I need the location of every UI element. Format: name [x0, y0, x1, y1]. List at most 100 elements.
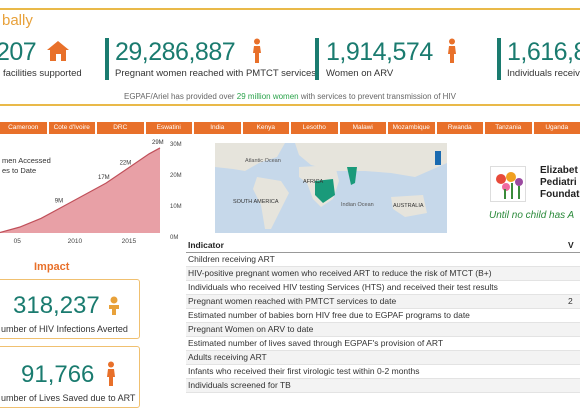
map-label-south-america: SOUTH AMERICA: [233, 199, 279, 205]
table-row[interactable]: Estimated number of lives saved through …: [186, 336, 580, 351]
kpi-facilities-label: facilities supported: [3, 68, 82, 79]
summary-banner: EGPAF/Ariel has provided over 29 million…: [0, 92, 580, 101]
country-tab[interactable]: Cameroon: [0, 122, 47, 134]
table-row[interactable]: Pregnant Women on ARV to date: [186, 322, 580, 337]
country-tab[interactable]: Kenya: [242, 122, 289, 134]
trend-title-line1: men Accessed: [2, 156, 51, 165]
value-column-header[interactable]: V: [566, 238, 580, 253]
table-row[interactable]: HIV-positive pregnant women who received…: [186, 266, 580, 281]
value-cell: [566, 350, 580, 365]
value-cell: [566, 266, 580, 281]
woman-icon: [448, 38, 456, 63]
value-cell: [566, 322, 580, 337]
trend-point-label: 9M: [55, 199, 63, 205]
indicator-cell: Pregnant women reached with PMTCT servic…: [186, 294, 566, 309]
hospital-icon: [47, 41, 69, 61]
table-row[interactable]: Adults receiving ART: [186, 350, 580, 365]
value-cell: [566, 378, 580, 393]
lives-saved-label: umber of Lives Saved due to ART: [1, 393, 136, 403]
country-tabs: Cameroon Cote d'Ivoire DRC Eswatini India Ken…: [0, 122, 580, 134]
table-row[interactable]: Children receiving ART: [186, 252, 580, 267]
kpi-pmtct-label: Pregnant women reached with PMTCT servic…: [115, 68, 316, 79]
top-rule: [0, 8, 580, 10]
trend-title-line2: es to Date: [2, 166, 37, 175]
value-cell: 2: [566, 294, 580, 309]
indicator-cell: Estimated number of lives saved through …: [186, 336, 566, 351]
country-tab[interactable]: Rwanda: [436, 122, 483, 134]
indicator-table: Indicator V Children receiving ART HIV-po…: [186, 238, 580, 393]
table-row[interactable]: Individuals screened for TB: [186, 378, 580, 393]
country-tab[interactable]: Mozambique: [388, 122, 435, 134]
indicator-cell: HIV-positive pregnant women who received…: [186, 266, 566, 281]
map-label-australia: AUSTRALIA: [393, 203, 424, 209]
impact-card-infections: 318,237 umber of HIV Infections Averted: [0, 279, 140, 339]
table-row[interactable]: Infants who received their first virolog…: [186, 364, 580, 379]
indicator-cell: Estimated number of babies born HIV free…: [186, 308, 566, 323]
indicator-cell: Infants who received their first virolog…: [186, 364, 566, 379]
trend-area-chart: 9M 17M 22M 29M 05 2010 2015: [0, 140, 164, 245]
table-row[interactable]: Pregnant women reached with PMTCT servic…: [186, 294, 580, 309]
country-tab[interactable]: Tanzania: [485, 122, 532, 134]
flowers-logo-icon: [496, 172, 523, 199]
country-tab[interactable]: Malawi: [339, 122, 386, 134]
lives-saved-value: 91,766: [21, 361, 95, 388]
foundation-name-line2: Pediatri: [540, 177, 577, 188]
foundation-name-line1: Elizabet: [540, 165, 578, 176]
kpi-arv-value: 1,914,574: [326, 38, 433, 66]
pregnant-woman-icon: [253, 38, 261, 63]
kpi-facilities-value: 207: [0, 38, 37, 66]
impact-card-lives: 91,766 umber of Lives Saved due to ART: [0, 346, 140, 408]
country-tab[interactable]: Cote d'Ivoire: [48, 122, 95, 134]
map-y-tick: 10M: [170, 204, 182, 210]
banner-highlight: 29 million women: [236, 92, 299, 101]
indicator-cell: Individuals who received HIV testing Ser…: [186, 280, 566, 295]
table-header-row: Indicator V: [186, 238, 580, 253]
kpi-divider: [105, 38, 109, 80]
trend-point-label: 29M: [152, 140, 164, 146]
map-y-tick: 0M: [170, 235, 179, 241]
map-label-africa: AFRICA: [303, 179, 324, 185]
indicator-column-header[interactable]: Indicator: [186, 238, 566, 253]
country-tab[interactable]: DRC: [97, 122, 144, 134]
foundation-name-line3: Foundat: [540, 189, 580, 200]
value-cell: [566, 280, 580, 295]
country-tab[interactable]: Eswatini: [145, 122, 192, 134]
value-cell: [566, 364, 580, 379]
indicator-cell: Adults receiving ART: [186, 350, 566, 365]
child-icon: [109, 296, 119, 315]
table-row[interactable]: Estimated number of babies born HIV free…: [186, 308, 580, 323]
banner-suffix: with services to prevent transmission of…: [300, 92, 457, 101]
map-y-axis: 30M 20M 10M 0M: [170, 142, 186, 242]
indicator-cell: Children receiving ART: [186, 252, 566, 267]
map-y-tick: 30M: [170, 142, 182, 148]
value-cell: [566, 308, 580, 323]
table-row[interactable]: Individuals who received HIV testing Ser…: [186, 280, 580, 295]
infections-averted-label: umber of HIV Infections Averted: [1, 324, 128, 334]
section-rule: [0, 104, 580, 106]
indicator-cell: Individuals screened for TB: [186, 378, 566, 393]
kpi-pmtct-value: 29,286,887: [115, 38, 236, 66]
indicator-cell: Pregnant Women on ARV to date: [186, 322, 566, 337]
trend-x-tick: 2015: [122, 238, 137, 245]
map-label-atlantic: Atlantic Ocean: [245, 158, 281, 164]
value-cell: [566, 252, 580, 267]
kpi-arv-label: Women on ARV: [326, 68, 394, 79]
kpi-art-label: Individuals receivin: [507, 68, 580, 79]
person-icon: [107, 361, 115, 386]
country-tab[interactable]: India: [194, 122, 241, 134]
banner-prefix: EGPAF/Ariel has provided over: [123, 92, 235, 101]
map-label-indian-ocean: Indian Ocean: [341, 202, 374, 208]
trend-point-label: 17M: [98, 175, 110, 181]
kpi-divider: [315, 38, 319, 80]
value-cell: [566, 336, 580, 351]
world-map[interactable]: Atlantic Ocean AFRICA SOUTH AMERICA Indi…: [215, 143, 447, 233]
impact-title: Impact: [34, 261, 70, 273]
kpi-divider: [497, 38, 501, 80]
trend-x-tick: 2010: [68, 238, 83, 245]
infections-averted-value: 318,237: [13, 292, 100, 319]
map-y-tick: 20M: [170, 173, 182, 179]
trend-x-tick: 05: [14, 238, 22, 245]
foundation-tagline: Until no child has A: [489, 210, 575, 221]
country-tab[interactable]: Lesotho: [291, 122, 338, 134]
country-tab[interactable]: Uganda: [533, 122, 580, 134]
